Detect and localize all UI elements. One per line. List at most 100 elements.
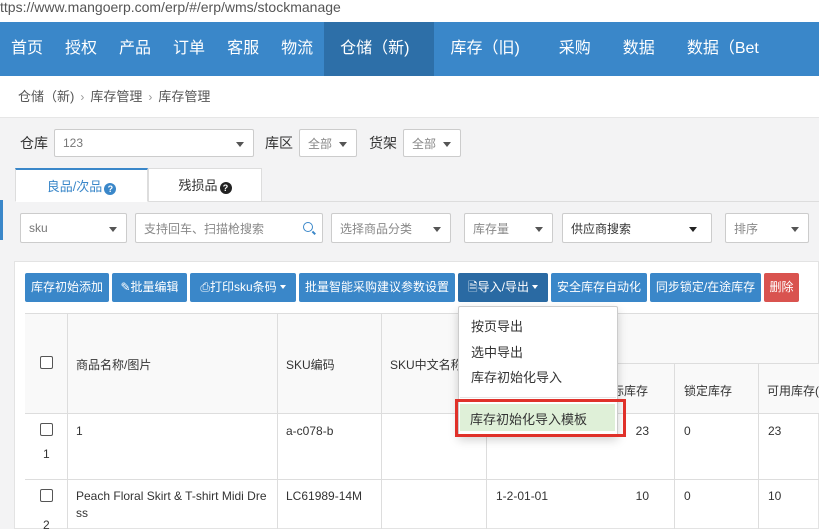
zone-label: 库区 bbox=[265, 135, 293, 151]
chevron-down-icon bbox=[689, 227, 697, 232]
safety-stock-auto-button[interactable]: 安全库存自动化 bbox=[551, 273, 647, 302]
cell-sku: a-c078-b bbox=[278, 414, 382, 480]
table-header-sku: SKU编码 bbox=[278, 314, 382, 414]
nav-item-data-beta[interactable]: 数据（Bet bbox=[671, 22, 769, 76]
nav-item-purchase[interactable]: 采购 bbox=[545, 22, 607, 76]
caret-down-icon bbox=[532, 285, 538, 289]
table-header-locked-stock-label: 锁定库存 bbox=[684, 384, 733, 398]
table-header-sku-cn-label: SKU中文名称 bbox=[390, 358, 463, 372]
caret-down-icon bbox=[279, 285, 286, 289]
init-add-button[interactable]: 库存初始添加 bbox=[25, 273, 109, 302]
supplier-search-placeholder: 供应商搜索 bbox=[571, 221, 632, 236]
shelf-select-value: 全部 bbox=[412, 136, 437, 151]
cell-locked: 0 bbox=[675, 480, 759, 529]
stock-quantity-select[interactable]: 库存量 bbox=[464, 213, 553, 243]
address-bar[interactable]: ttps://www.mangoerp.com/erp/#/erp/wms/st… bbox=[0, 0, 819, 22]
zone-select-value: 全部 bbox=[308, 136, 333, 151]
chevron-right-icon: › bbox=[148, 90, 153, 104]
import-export-button[interactable]: 🗎导入/导出 bbox=[458, 273, 548, 302]
nav-item-products[interactable]: 产品 bbox=[108, 22, 162, 76]
tab-good-defective[interactable]: 良品/次品? bbox=[15, 168, 148, 202]
table-header-locked-stock: 锁定库存 bbox=[675, 364, 759, 414]
tab-good-defective-label: 良品/次品 bbox=[46, 179, 103, 194]
cell-locked-value: 0 bbox=[684, 424, 691, 438]
nav-item-orders[interactable]: 订单 bbox=[162, 22, 216, 76]
menu-item-export-page[interactable]: 按页导出 bbox=[471, 316, 523, 335]
nav-item-data[interactable]: 数据 bbox=[607, 22, 671, 76]
file-import-icon: 🗎 bbox=[468, 280, 478, 294]
edit-icon: ✎ bbox=[120, 280, 131, 294]
row-checkbox[interactable] bbox=[40, 423, 53, 436]
printer-icon: ⎙ bbox=[200, 280, 210, 294]
chevron-down-icon bbox=[791, 227, 799, 232]
cell-real-stock-value: 23 bbox=[635, 424, 649, 438]
chevron-right-icon: › bbox=[80, 90, 85, 104]
table-header-sku-label: SKU编码 bbox=[286, 358, 335, 372]
sync-lock-stock-button[interactable]: 同步锁定/在途库存 bbox=[650, 273, 761, 302]
cell-product: 1 bbox=[68, 414, 278, 480]
search-input[interactable]: 支持回车、扫描枪搜索 bbox=[135, 213, 323, 243]
warehouse-select-value: 123 bbox=[63, 136, 84, 150]
search-icon[interactable] bbox=[303, 222, 313, 232]
breadcrumb-item-warehouse[interactable]: 仓储（新) bbox=[18, 89, 74, 104]
nav-item-warehouse-new[interactable]: 仓储（新) bbox=[324, 22, 435, 76]
cell-product-name[interactable]: Peach Floral Skirt & T-shirt Midi Dress bbox=[76, 488, 272, 522]
chevron-down-icon bbox=[236, 142, 244, 147]
cell-sku-value: LC61989-14M bbox=[286, 489, 363, 503]
delete-button[interactable]: 删除 bbox=[764, 273, 799, 302]
cell-available: 23 bbox=[759, 414, 819, 480]
menu-item-export-selected[interactable]: 选中导出 bbox=[471, 342, 523, 361]
search-input-placeholder: 支持回车、扫描枪搜索 bbox=[144, 221, 265, 236]
nav-item-logistics[interactable]: 物流 bbox=[270, 22, 324, 76]
cell-real-stock-value: 10 bbox=[635, 489, 649, 503]
annotation-highlight-box bbox=[455, 399, 626, 437]
cell-product: Peach Floral Skirt & T-shirt Midi Dress bbox=[68, 480, 278, 529]
tab-damaged[interactable]: 残损品? bbox=[148, 168, 262, 202]
cell-locked: 0 bbox=[675, 414, 759, 480]
help-icon[interactable]: ? bbox=[104, 183, 117, 195]
breadcrumb: 仓储（新) › 库存管理 › 库存管理 bbox=[0, 76, 819, 118]
table-row: 2 bbox=[25, 480, 68, 529]
nav-item-stock-old[interactable]: 库存（旧) bbox=[434, 22, 544, 76]
zone-select[interactable]: 全部 bbox=[299, 129, 357, 157]
nav-item-auth[interactable]: 授权 bbox=[54, 22, 108, 76]
menu-divider bbox=[460, 397, 616, 398]
nav-item-home[interactable]: 首页 bbox=[0, 22, 54, 76]
help-icon[interactable]: ? bbox=[219, 182, 232, 194]
warehouse-label: 仓库 bbox=[20, 135, 48, 151]
cell-locked-value: 0 bbox=[684, 489, 691, 503]
cell-location-value: 1-2-01-01 bbox=[496, 489, 549, 503]
cell-available: 10 bbox=[759, 480, 819, 529]
breadcrumb-item-current: 库存管理 bbox=[158, 89, 211, 104]
smart-purchase-settings-button[interactable]: 批量智能采购建议参数设置 bbox=[299, 273, 455, 302]
print-sku-button[interactable]: ⎙打印sku条码 bbox=[190, 273, 296, 302]
table-row: 1 bbox=[25, 414, 68, 480]
chevron-down-icon bbox=[433, 227, 441, 232]
cell-sku-value: a-c078-b bbox=[286, 424, 334, 438]
cell-product-name[interactable]: 1 bbox=[76, 424, 83, 438]
chevron-down-icon bbox=[443, 142, 451, 147]
shelf-select[interactable]: 全部 bbox=[403, 129, 461, 157]
cell-available-value: 23 bbox=[768, 424, 782, 438]
category-select[interactable]: 选择商品分类 bbox=[331, 213, 451, 243]
scroll-indicator bbox=[0, 200, 3, 240]
menu-item-init-import[interactable]: 库存初始化导入 bbox=[471, 367, 562, 386]
supplier-search[interactable]: 供应商搜索 bbox=[562, 213, 712, 243]
print-sku-label: 打印sku条码 bbox=[209, 280, 277, 294]
select-all-checkbox[interactable] bbox=[40, 356, 53, 369]
search-field-select[interactable]: sku bbox=[20, 213, 127, 243]
cell-available-value: 10 bbox=[768, 489, 782, 503]
nav-item-service[interactable]: 客服 bbox=[216, 22, 270, 76]
breadcrumb-item-stock[interactable]: 库存管理 bbox=[90, 89, 142, 104]
warehouse-select[interactable]: 123 bbox=[54, 129, 254, 157]
search-field-value: sku bbox=[29, 221, 48, 235]
stock-tabs: 良品/次品? 残损品? bbox=[15, 168, 262, 202]
table-header-available-stock: 可用库存( bbox=[759, 364, 819, 414]
chevron-down-icon bbox=[109, 227, 117, 232]
table-header-available-stock-label: 可用库存( bbox=[767, 384, 819, 398]
table-header-checkbox-cell bbox=[25, 314, 68, 414]
location-filters: 仓库 123 库区 全部 货架 全部 bbox=[20, 129, 461, 157]
batch-edit-button[interactable]: ✎批量编辑 bbox=[112, 273, 187, 302]
row-checkbox[interactable] bbox=[40, 489, 53, 502]
sort-select[interactable]: 排序 bbox=[725, 213, 809, 243]
